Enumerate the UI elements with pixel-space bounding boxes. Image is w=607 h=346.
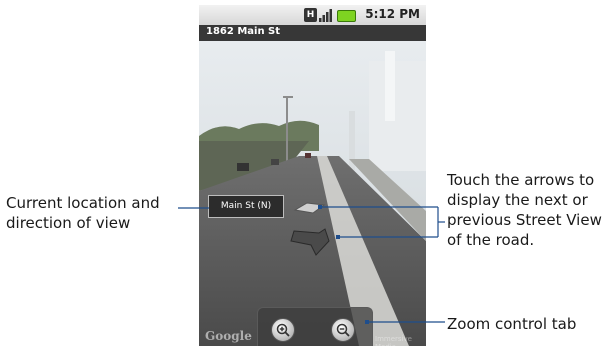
status-time: 5:12 PM: [365, 7, 420, 21]
status-bar: H 5:12 PM: [199, 5, 426, 25]
battery-icon: [337, 10, 356, 22]
google-watermark: Google: [205, 329, 252, 343]
address-bar: 1862 Main St: [199, 25, 426, 41]
zoom-control-tab: [257, 307, 373, 346]
address-label: 1862 Main St: [206, 26, 281, 37]
callout-location: Current location and direction of view: [6, 194, 160, 232]
zoom-out-button[interactable]: [331, 318, 355, 342]
zoom-in-button[interactable]: [271, 318, 295, 342]
nav-arrows: [290, 202, 330, 256]
callout-zoom: Zoom control tab: [447, 315, 577, 333]
forward-arrow-icon[interactable]: [293, 202, 326, 214]
callout-arrows: Touch the arrows to display the next or …: [447, 171, 602, 249]
phone-screen: H 5:12 PM 1862 Main St Main St (N) Googl…: [199, 5, 426, 346]
street-label: Main St (N): [208, 195, 284, 218]
signal-icon: [319, 9, 332, 22]
zoom-out-icon: [336, 323, 350, 337]
h-network-icon: H: [304, 8, 317, 22]
immersive-media-watermark: Immersive Media: [375, 335, 412, 346]
back-arrow-icon[interactable]: [290, 228, 330, 256]
zoom-in-icon: [276, 323, 290, 337]
